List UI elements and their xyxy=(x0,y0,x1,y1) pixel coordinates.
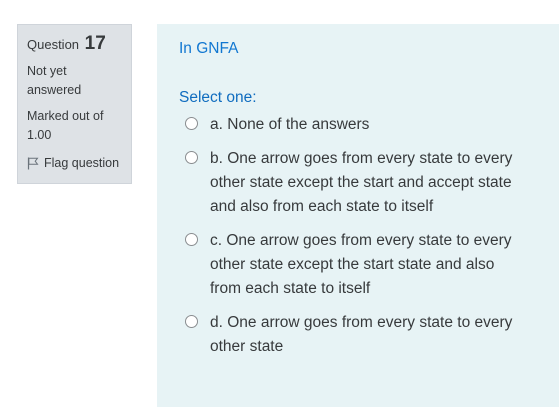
option-a-letter: a. xyxy=(210,116,223,133)
option-b-letter: b. xyxy=(210,150,223,167)
option-c-letter: c. xyxy=(210,232,223,249)
question-number-value: 17 xyxy=(84,33,106,54)
option-a-label: a. None of the answers xyxy=(210,113,528,137)
option-c[interactable]: c. One arrow goes from every state to ev… xyxy=(185,229,559,301)
option-d-text: One arrow goes from every state to every… xyxy=(210,314,513,355)
option-b-radio[interactable] xyxy=(185,151,198,164)
flag-question-label: Flag question xyxy=(44,156,120,170)
question-label: Question xyxy=(27,37,80,52)
question-grade: Marked out of 1.00 xyxy=(27,109,104,142)
option-b[interactable]: b. One arrow goes from every state to ev… xyxy=(185,147,559,219)
question-text: In GNFA xyxy=(179,40,239,57)
question-info-panel: Question 17 Not yet answered Marked out … xyxy=(17,24,132,184)
option-d[interactable]: d. One arrow goes from every state to ev… xyxy=(185,311,559,359)
option-d-letter: d. xyxy=(210,314,223,331)
option-a[interactable]: a. None of the answers xyxy=(185,113,559,137)
question-number: Question 17 xyxy=(27,33,122,54)
option-a-radio[interactable] xyxy=(185,117,198,130)
question-state: Not yet answered xyxy=(27,64,82,97)
option-b-text: One arrow goes from every state to every… xyxy=(210,150,513,215)
option-b-label: b. One arrow goes from every state to ev… xyxy=(210,147,528,219)
flag-outline-icon xyxy=(27,157,39,169)
option-a-text: None of the answers xyxy=(227,116,370,133)
option-d-radio[interactable] xyxy=(185,315,198,328)
flag-question-link[interactable]: Flag question xyxy=(27,154,122,172)
quiz-page: Question 17 Not yet answered Marked out … xyxy=(0,0,559,410)
option-c-label: c. One arrow goes from every state to ev… xyxy=(210,229,528,301)
answer-options: a. None of the answers b. One arrow goes… xyxy=(179,113,559,359)
question-content: In GNFA Select one: a. None of the answe… xyxy=(157,24,559,407)
option-c-radio[interactable] xyxy=(185,233,198,246)
select-prompt: Select one: xyxy=(179,89,257,106)
option-d-label: d. One arrow goes from every state to ev… xyxy=(210,311,528,359)
option-c-text: One arrow goes from every state to every… xyxy=(210,232,512,297)
